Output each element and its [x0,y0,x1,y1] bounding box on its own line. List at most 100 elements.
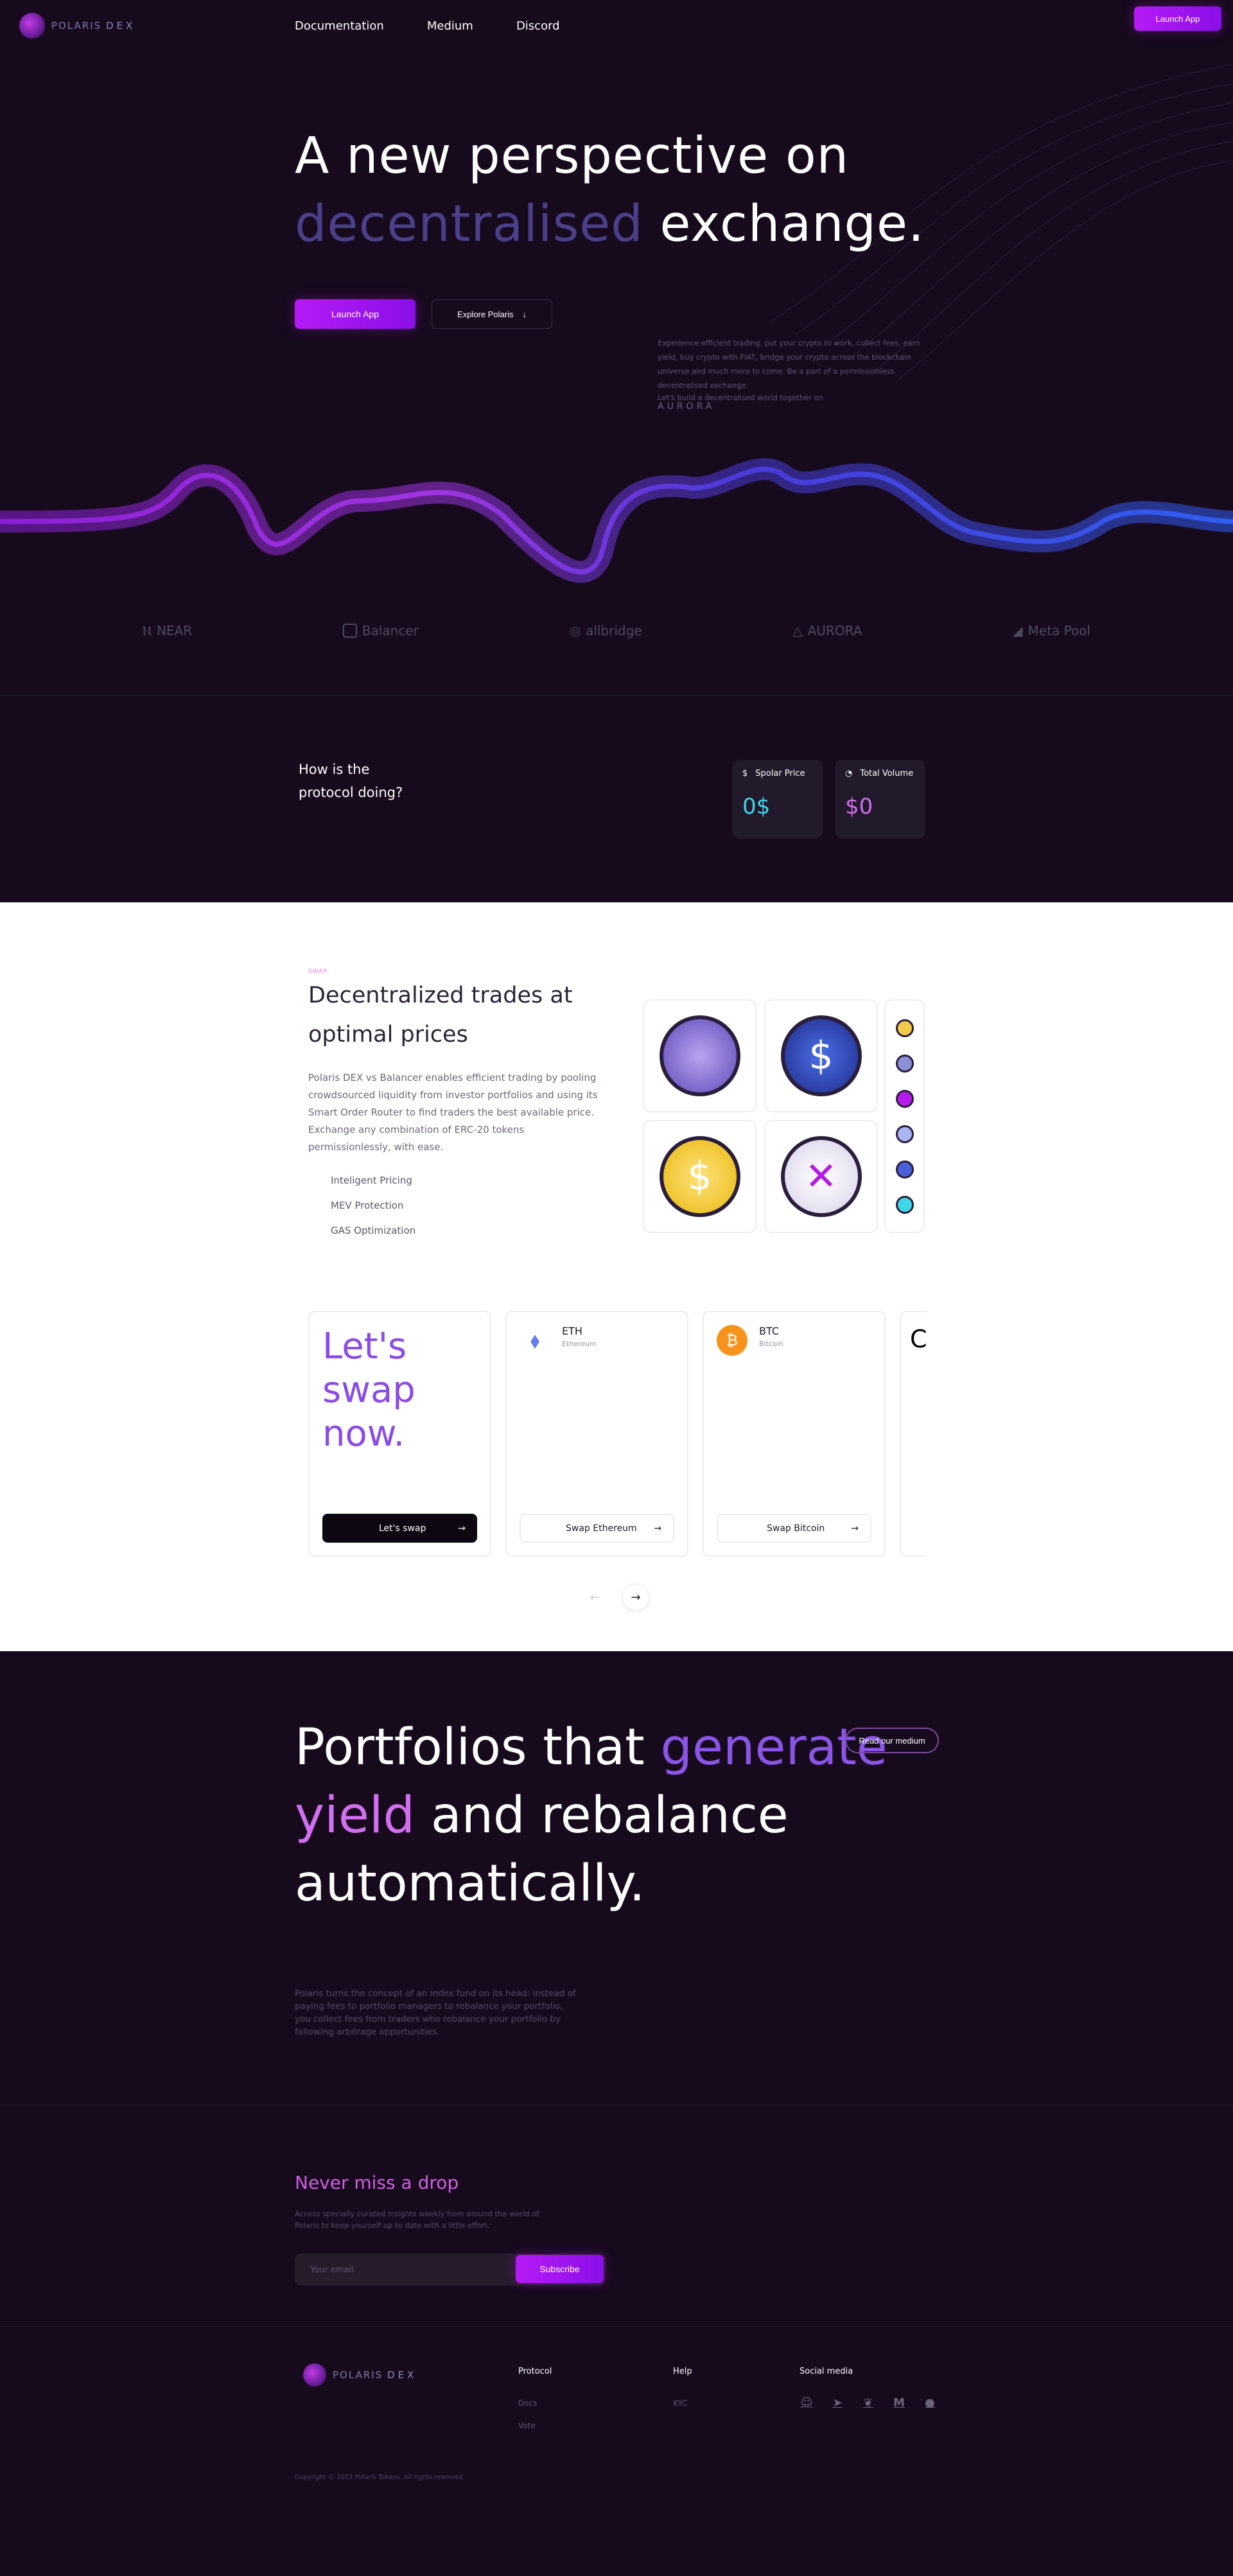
hero-title: A new perspective on decentralised excha… [295,127,925,253]
total-volume-card: ◔ Total Volume $0 [835,760,925,839]
balancer-icon [342,624,357,638]
total-volume-label: Total Volume [860,769,914,778]
arrow-left-icon: ← [590,1590,600,1604]
hero-launch-app-button[interactable]: Launch App [295,299,415,329]
dollar-icon: $ [742,769,748,778]
github-icon[interactable]: ● [923,2396,937,2410]
carousel-next-button[interactable]: → [622,1584,649,1611]
newsletter-description: Access specially curated insights weekly… [295,2209,539,2230]
partner-metapool: ◢ Meta Pool [1013,623,1090,638]
feature-intelligent-pricing: Inteligent Pricing [331,1175,412,1186]
discord-icon[interactable]: ☺ [800,2396,814,2410]
token-mini-icon [895,1089,914,1108]
nav-medium[interactable]: Medium [427,19,473,33]
feature-mev-protection: MEV Protection [331,1200,404,1211]
swap-description: Polaris DEX vs Balancer enables efficien… [308,1072,598,1153]
token-mini-icon [895,1054,914,1073]
newsletter-title: Never miss a drop [295,2172,459,2193]
social-icons: ☺ ➤ ❦ M ● [800,2396,937,2410]
telegram-icon[interactable]: ➤ [830,2396,844,2410]
nav-discord[interactable]: Discord [516,19,560,33]
footer-social-heading: Social media [800,2367,853,2376]
arrow-down-icon: ↓ [522,309,527,319]
stable-token-icon: $ [780,1015,862,1096]
bitcoin-icon: ₿ [717,1325,748,1356]
eth-symbol: ETH [562,1325,582,1337]
polaris-logo-icon [303,2363,326,2387]
explore-label: Explore Polaris [457,309,514,319]
hero-wave-graphic [0,458,1233,583]
hero-description: Experience efficient trading, put your c… [658,338,920,390]
eth-name: Ethereum [562,1340,597,1348]
token-mini-icon [895,1019,914,1037]
carousel-prev-button[interactable]: ← [581,1584,608,1611]
partner-logos: Ⲛ NEAR Balancer ◎ allbridge △ AURORA ◢ Meta … [0,623,1233,638]
aurora-wordmark: AURORA [658,401,715,412]
btc-name: Bitcoin [759,1340,783,1348]
token-mini-icon [895,1195,914,1214]
swap-section-label: SWAP [308,968,328,975]
token-tile [643,999,756,1112]
arrow-right-icon: → [458,1523,466,1534]
token-mini-icon [895,1160,914,1178]
aurora-icon: △ [792,623,803,638]
swap-cta-card: Let's swap now. Let's swap → [308,1311,491,1557]
metapool-icon: ◢ [1013,623,1023,638]
token-list-tile [884,999,925,1233]
footer-brand-logo[interactable]: POLARIS DEX [303,2363,417,2387]
protocol-question: How is the protocol doing? [299,762,403,800]
nav-documentation[interactable]: Documentation [295,19,384,33]
allbridge-icon: ◎ [569,623,581,638]
token-mini-icon [895,1125,914,1143]
footer-link-docs[interactable]: Docs [518,2399,537,2408]
footer-link-kyc[interactable]: KYC [673,2399,688,2408]
email-placeholder: Your email [310,2265,354,2275]
twitter-icon[interactable]: ❦ [861,2396,875,2410]
swap-ethereum-label: Swap Ethereum [566,1523,637,1534]
footer-help-heading: Help [673,2367,692,2376]
read-medium-button[interactable]: Read our medium [845,1728,939,1753]
swap-ethereum-button[interactable]: Swap Ethereum → [520,1514,674,1543]
main-nav: Documentation Medium Discord [295,19,600,33]
polaris-token-icon: ✕ [780,1136,862,1217]
lets-swap-button[interactable]: Let's swap → [322,1514,477,1543]
token-logo-icon [659,1015,740,1096]
swap-eth-card: ⬧ ETH Ethereum Swap Ethereum → [505,1311,688,1557]
token-tile: ✕ [764,1120,878,1233]
partner-balancer: Balancer [342,623,419,638]
token-partial-icon: C [910,1325,927,1353]
partner-allbridge: ◎ allbridge [569,623,642,638]
polaris-logo-icon [19,13,45,39]
swap-cta-title: Let's swap now. [322,1326,415,1455]
lets-swap-label: Let's swap [379,1523,426,1534]
partner-aurora: △ AURORA [792,623,862,638]
portfolio-title: Portfolios that generate yield and rebal… [295,1719,888,1913]
swap-bitcoin-label: Swap Bitcoin [767,1523,825,1534]
brand-name: POLARIS DEX [51,20,136,31]
swap-next-card-partial: C [900,1311,927,1557]
token-tile: $ [764,999,878,1112]
spolar-price-card: $ Spolar Price 0$ [732,760,823,839]
section-divider [0,695,1233,696]
arrow-right-icon: → [654,1523,661,1534]
footer-link-vote[interactable]: Vote [518,2421,536,2430]
explore-polaris-button[interactable]: Explore Polaris ↓ [432,299,552,329]
swap-bitcoin-button[interactable]: Swap Bitcoin → [717,1514,871,1543]
btc-symbol: BTC [759,1325,779,1337]
header-launch-app-button[interactable]: Launch App [1134,6,1221,31]
medium-icon[interactable]: M [892,2396,906,2410]
footer-brand-name: POLARIS DEX [333,2369,417,2381]
spolar-price-value: 0$ [742,794,771,819]
gold-token-icon: $ [659,1136,740,1217]
total-volume-value: $0 [845,794,873,819]
brand-logo[interactable]: POLARIS DEX [19,13,136,39]
subscribe-button[interactable]: Subscribe [516,2255,604,2283]
portfolio-description: Polaris turns the concept of an index fu… [295,1988,576,2037]
spolar-price-label: Spolar Price [755,769,805,778]
arrow-right-icon: → [851,1523,859,1534]
swap-title: Decentralized trades at optimal prices [308,983,573,1047]
token-tile: $ [643,1120,756,1233]
partner-near: Ⲛ NEAR [143,623,193,638]
feature-gas-optimization: GAS Optimization [331,1225,416,1236]
section-divider [0,2326,1233,2327]
